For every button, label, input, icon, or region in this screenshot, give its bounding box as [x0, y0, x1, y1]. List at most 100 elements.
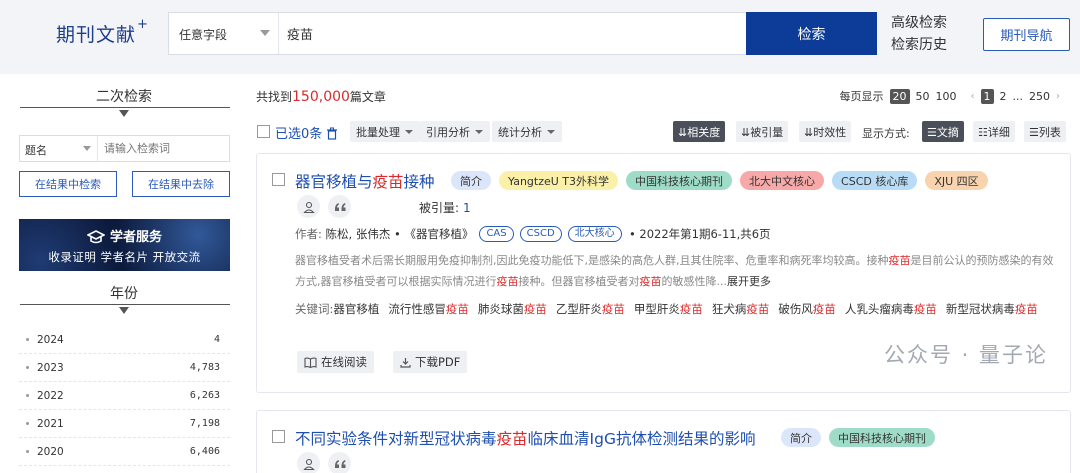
author-icon[interactable] — [297, 452, 320, 473]
quote-icon[interactable] — [328, 195, 351, 218]
selected-count[interactable]: 已选0条 — [275, 123, 338, 142]
results-main: 共找到150,000篇文章 每页显示 20 50 100 ‹ 1 2 ... 2… — [248, 74, 1080, 473]
chevron-down-icon — [83, 146, 91, 151]
sort-relevance-button[interactable]: ⇊相关度 — [673, 121, 726, 142]
expand-more-link[interactable]: 展开更多 — [727, 275, 771, 288]
search-button[interactable]: 检索 — [746, 12, 877, 55]
scholar-logo-icon — [86, 230, 105, 244]
keyword-link[interactable]: 人乳头瘤病毒疫苗 — [845, 302, 937, 316]
search-links: 高级检索 检索历史 — [891, 12, 947, 56]
year-filter-item[interactable]: 2022 6,263 — [19, 382, 230, 410]
sort-time-button[interactable]: ⇊时效性 — [799, 121, 852, 142]
scholar-service-banner[interactable]: 学者服务 收录证明 学者名片 开放交流 — [19, 219, 230, 271]
year-count: 4 — [213, 334, 220, 345]
quote-icon[interactable] — [328, 452, 351, 473]
divider — [20, 107, 230, 108]
view-abstract-button[interactable]: ☰文摘 — [922, 121, 964, 142]
per-page-option[interactable]: 20 — [889, 88, 910, 104]
page-number[interactable]: 250 — [1029, 90, 1050, 103]
watermark: 公众号 · 量子论 — [883, 343, 1048, 367]
view-list-button[interactable]: ☰列表 — [1024, 121, 1066, 142]
sort-icon: ⇊ — [804, 126, 814, 139]
brand-title[interactable]: 期刊文献+ — [56, 17, 148, 47]
chevron-down-icon — [260, 30, 270, 36]
per-page-option[interactable]: 100 — [936, 90, 957, 103]
article-tag[interactable]: CSCD 核心库 — [832, 171, 918, 190]
results-toolbar: 已选0条 批量处理 引用分析 统计分析 ⇊相关度 ⇊被引量 ⇊时效性 显示方式:… — [256, 121, 1071, 145]
result-count: 共找到150,000篇文章 — [256, 89, 386, 105]
trash-icon[interactable] — [326, 127, 338, 140]
keyword-link[interactable]: 甲型肝炎疫苗 — [634, 302, 703, 316]
search-history-link[interactable]: 检索历史 — [891, 34, 947, 56]
prev-page-icon[interactable]: ‹ — [971, 91, 975, 102]
authors[interactable]: 陈松, 张伟杰 — [326, 226, 391, 242]
year-label: 2020 — [37, 446, 64, 458]
keyword-link[interactable]: 流行性感冒疫苗 — [388, 302, 469, 316]
keyword-link[interactable]: 新型冠状病毒疫苗 — [946, 302, 1038, 316]
stat-analysis-dropdown[interactable]: 统计分析 — [492, 121, 562, 142]
keyword-link[interactable]: 狂犬病疫苗 — [712, 302, 770, 316]
article-title[interactable]: 不同实验条件对新型冠状病毒疫苗临床血清IgG抗体检测结果的影响 — [295, 427, 755, 449]
pagination: 每页显示 20 50 100 ‹ 1 2 ... 250 › — [840, 88, 1060, 104]
article-checkbox[interactable] — [272, 173, 285, 186]
highlight-term: 疫苗 — [888, 254, 911, 267]
page-number[interactable]: 1 — [980, 88, 994, 104]
article-tag[interactable]: XJU 四区 — [925, 171, 988, 190]
journal-nav-button[interactable]: 期刊导航 — [983, 18, 1070, 51]
year-filter-item[interactable]: 2021 7,198 — [19, 410, 230, 438]
view-mode-label: 显示方式: — [862, 127, 910, 140]
page-number[interactable]: 2 — [1000, 90, 1007, 103]
article-tag[interactable]: 中国科技核心期刊 — [626, 171, 733, 190]
batch-process-dropdown[interactable]: 批量处理 — [350, 121, 420, 142]
search-input[interactable] — [279, 13, 746, 54]
article-checkbox[interactable] — [272, 430, 285, 443]
refine-search-box: 题名 — [19, 135, 230, 162]
year-label: 2024 — [37, 334, 64, 346]
collapse-arrow-icon[interactable] — [119, 307, 129, 314]
bullet-icon — [26, 422, 29, 425]
journal-name[interactable]: 《器官移植》 — [404, 226, 473, 242]
download-pdf-button[interactable]: 下载PDF — [393, 351, 468, 373]
article-tag[interactable]: 北大中文核心 — [740, 171, 825, 190]
article-tag[interactable]: YangtzeU T3外科学 — [499, 171, 619, 190]
highlight-term: 疫苗 — [639, 275, 662, 288]
result-count-number: 150,000 — [292, 89, 350, 105]
select-all-checkbox[interactable] — [257, 125, 270, 138]
article-tag[interactable]: 中国科技核心期刊 — [829, 428, 935, 447]
article-title[interactable]: 器官移植与疫苗接种 — [295, 170, 435, 192]
year-filter-item[interactable]: 2024 4 — [19, 326, 230, 354]
view-detail-button[interactable]: ☷详细 — [973, 121, 1015, 142]
chevron-down-icon — [405, 130, 413, 134]
banner-title: 学者服务 — [19, 226, 230, 245]
keyword-link[interactable]: 肺炎球菌疫苗 — [478, 302, 547, 316]
citation-analysis-dropdown[interactable]: 引用分析 — [420, 121, 490, 142]
year-filter-item[interactable]: 2020 6,406 — [19, 438, 230, 466]
collapse-arrow-icon[interactable] — [119, 110, 129, 117]
article-tag[interactable]: 简介 — [451, 171, 491, 190]
advanced-search-link[interactable]: 高级检索 — [891, 12, 947, 34]
year-filter-item[interactable]: 2023 4,783 — [19, 354, 230, 382]
keyword-link[interactable]: 器官移植 — [333, 302, 379, 316]
keyword-link[interactable]: 乙型肝炎疫苗 — [556, 302, 625, 316]
search-field-select[interactable]: 任意字段 — [169, 13, 279, 54]
list-icon: ☰ — [1029, 126, 1039, 139]
article-tags: 简介 YangtzeU T3外科学 中国科技核心期刊 北大中文核心 CSCD 核心库 XJ… — [451, 171, 988, 190]
exclude-from-results-button[interactable]: 在结果中去除 — [132, 171, 230, 197]
article-tag[interactable]: 简介 — [781, 428, 821, 447]
sort-cited-button[interactable]: ⇊被引量 — [736, 121, 789, 142]
per-page-option[interactable]: 50 — [916, 90, 930, 103]
search-within-results-button[interactable]: 在结果中检索 — [19, 171, 117, 197]
detail-list-icon: ☷ — [978, 126, 988, 139]
refine-field-select[interactable]: 题名 — [20, 136, 98, 161]
author-icon[interactable] — [297, 195, 320, 218]
db-pill: CAS — [479, 226, 514, 242]
read-online-button[interactable]: 在线阅读 — [297, 351, 374, 373]
highlight-term: 疫苗 — [496, 275, 519, 288]
left-filter-panel: 二次检索 题名 在结果中检索 在结果中去除 学者服务 收录证明 学者名片 开放交… — [0, 74, 248, 473]
refine-input[interactable] — [100, 136, 228, 161]
download-icon — [400, 357, 411, 368]
refine-field-label: 题名 — [25, 144, 47, 157]
next-page-icon[interactable]: › — [1056, 91, 1060, 102]
keyword-link[interactable]: 破伤风疫苗 — [778, 302, 836, 316]
abstract-text: 接种。但器官移植受者对 — [518, 275, 640, 288]
